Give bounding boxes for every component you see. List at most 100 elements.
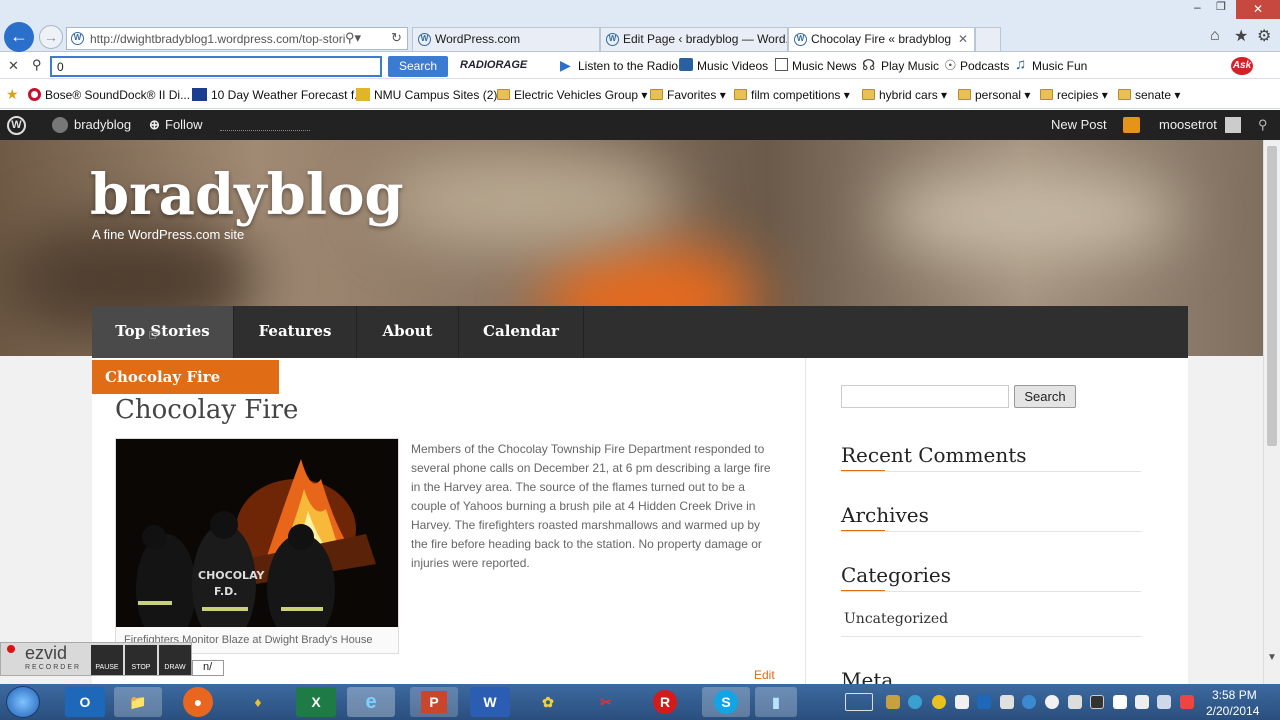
follow-link[interactable]: Follow bbox=[165, 117, 203, 132]
address-text: http://dwightbradyblog1.wordpress.com/to… bbox=[90, 32, 346, 46]
forward-button[interactable]: → bbox=[39, 25, 63, 49]
fav-senate[interactable]: senate ▾ bbox=[1118, 88, 1180, 102]
wp-site-link[interactable]: bradyblog bbox=[74, 117, 131, 132]
fav-electric-vehicles[interactable]: Electric Vehicles Group ▾ bbox=[497, 88, 647, 102]
close-toolbar-icon[interactable]: ✕ bbox=[8, 58, 19, 74]
fav-bose[interactable]: Bose® SoundDock® II Di... bbox=[28, 88, 190, 102]
tray-icon[interactable] bbox=[955, 695, 969, 709]
fav-weather[interactable]: 10 Day Weather Forecast f... bbox=[192, 88, 364, 102]
stop-button[interactable]: STOP bbox=[125, 645, 157, 675]
app-r-icon[interactable]: R bbox=[645, 687, 685, 717]
tab-wordpress[interactable]: W WordPress.com bbox=[412, 27, 600, 51]
new-post-link[interactable]: New Post bbox=[1051, 117, 1107, 132]
listen-radio-link[interactable]: Listen to the Radio bbox=[578, 59, 678, 73]
tray-icon[interactable] bbox=[1045, 695, 1059, 709]
sidebar-search-input[interactable] bbox=[841, 385, 1009, 408]
skype-icon[interactable]: S bbox=[702, 687, 750, 717]
avatar[interactable] bbox=[1225, 117, 1241, 133]
powerpoint-icon[interactable]: P bbox=[410, 687, 458, 717]
site-title[interactable]: bradyblog bbox=[90, 162, 404, 228]
clock-time[interactable]: 3:58 PM bbox=[1212, 688, 1257, 702]
back-button[interactable]: ← bbox=[4, 22, 34, 52]
wordpress-logo-icon[interactable]: W bbox=[7, 116, 26, 135]
notes-icon[interactable]: ▮ bbox=[755, 687, 797, 717]
notifications-icon[interactable] bbox=[1123, 117, 1140, 133]
ppt-badge: P bbox=[421, 691, 447, 713]
settings-gear-icon[interactable]: ⚙ bbox=[1257, 26, 1271, 46]
tray-icon[interactable] bbox=[1022, 695, 1036, 709]
pause-button[interactable]: PAUSE bbox=[91, 645, 123, 675]
home-icon[interactable]: ⌂ bbox=[1210, 27, 1220, 45]
music-news-link[interactable]: Music News bbox=[792, 59, 857, 73]
refresh-icon[interactable]: ↻ bbox=[391, 30, 402, 46]
folder-icon bbox=[497, 89, 510, 100]
tray-icon[interactable] bbox=[908, 695, 922, 709]
ask-logo[interactable]: Ask bbox=[1231, 57, 1253, 75]
nav-top-stories[interactable]: Top Stories bbox=[92, 306, 234, 358]
start-button[interactable] bbox=[6, 686, 40, 718]
clock-date[interactable]: 2/20/2014 bbox=[1206, 704, 1259, 718]
admin-search-icon[interactable]: ⚲ bbox=[1258, 117, 1268, 133]
favorites-star-icon[interactable]: ★ bbox=[1234, 26, 1248, 46]
category-uncategorized[interactable]: Uncategorized bbox=[844, 611, 948, 627]
tray-icon[interactable] bbox=[1135, 695, 1149, 709]
nav-about[interactable]: About bbox=[357, 306, 459, 358]
paint-icon[interactable]: ✿ bbox=[528, 687, 568, 717]
excel-icon[interactable]: X bbox=[296, 687, 336, 717]
fav-label: Electric Vehicles Group bbox=[514, 88, 639, 102]
tray-icon[interactable] bbox=[1157, 695, 1171, 709]
minimize-button[interactable]: – bbox=[1194, 0, 1201, 14]
radiorage-logo[interactable]: RADIORAGE bbox=[460, 59, 527, 71]
music-fun-link[interactable]: Music Fun bbox=[1032, 59, 1087, 73]
snipping-tool-icon[interactable]: ✂ bbox=[586, 687, 626, 717]
fav-favorites[interactable]: Favorites ▾ bbox=[650, 88, 726, 102]
tab-edit-page[interactable]: W Edit Page ‹ bradyblog — Word... bbox=[600, 27, 788, 51]
volume-tray-icon[interactable] bbox=[1000, 695, 1014, 709]
nav-calendar[interactable]: Calendar bbox=[459, 306, 584, 358]
word-icon[interactable]: W bbox=[470, 687, 510, 717]
restore-button[interactable]: ❐ bbox=[1216, 0, 1226, 13]
tab-chocolay-fire[interactable]: W Chocolay Fire « bradyblog ✕ bbox=[788, 27, 975, 51]
widget-divider bbox=[841, 531, 1141, 532]
category-badge[interactable]: Chocolay Fire bbox=[92, 360, 279, 394]
keyboard-icon[interactable] bbox=[845, 693, 873, 711]
fav-film-competitions[interactable]: film competitions ▾ bbox=[734, 88, 850, 102]
nav-features[interactable]: Features bbox=[234, 306, 357, 358]
fav-label: NMU Campus Sites (2) bbox=[374, 88, 498, 102]
tray-icon[interactable] bbox=[886, 695, 900, 709]
music-videos-link[interactable]: Music Videos bbox=[697, 59, 768, 73]
lock-app-icon[interactable]: ♦ bbox=[238, 687, 278, 717]
play-music-link[interactable]: Play Music bbox=[881, 59, 939, 73]
search-dropdown-icon[interactable]: ⚲▾ bbox=[345, 30, 361, 46]
wifi-tray-icon[interactable] bbox=[1068, 695, 1082, 709]
close-window-button[interactable]: ✕ bbox=[1236, 0, 1280, 19]
edit-link[interactable]: Edit bbox=[754, 668, 775, 682]
fav-personal[interactable]: personal ▾ bbox=[958, 88, 1030, 102]
ezvid-logo: ezvid bbox=[25, 643, 68, 663]
address-bar[interactable]: W http://dwightbradyblog1.wordpress.com/… bbox=[66, 27, 408, 50]
add-favorite-icon[interactable]: ★ bbox=[6, 86, 19, 103]
toolbar-search-button[interactable]: Search bbox=[388, 56, 448, 77]
fav-hybrid-cars[interactable]: hybrid cars ▾ bbox=[862, 88, 947, 102]
sidebar-search-button[interactable]: Search bbox=[1014, 385, 1076, 408]
firefox-icon[interactable]: ● bbox=[183, 687, 213, 717]
fav-nmu[interactable]: NMU Campus Sites (2) bbox=[356, 88, 497, 102]
internet-explorer-icon[interactable]: e bbox=[347, 687, 395, 717]
new-tab-button[interactable] bbox=[975, 27, 1001, 51]
podcasts-link[interactable]: Podcasts bbox=[960, 59, 1009, 73]
scroll-down-icon[interactable]: ▼ bbox=[1267, 652, 1277, 663]
toolbar-search-input[interactable]: 0 bbox=[50, 56, 382, 77]
tray-icon[interactable] bbox=[977, 695, 991, 709]
explorer-icon[interactable]: 📁 bbox=[114, 687, 162, 717]
tray-icon[interactable] bbox=[932, 695, 946, 709]
draw-button[interactable]: DRAW bbox=[159, 645, 191, 675]
fav-recipies[interactable]: recipies ▾ bbox=[1040, 88, 1108, 102]
user-link[interactable]: moosetrot bbox=[1159, 117, 1217, 132]
flag-tray-icon[interactable] bbox=[1113, 695, 1127, 709]
tray-icon[interactable] bbox=[1090, 695, 1104, 709]
scrollbar-thumb[interactable] bbox=[1267, 146, 1277, 446]
outlook-icon[interactable]: O bbox=[65, 687, 105, 717]
close-tab-icon[interactable]: ✕ bbox=[958, 28, 968, 50]
page-scrollbar[interactable]: ▼ bbox=[1263, 140, 1280, 684]
battery-tray-icon[interactable] bbox=[1180, 695, 1194, 709]
